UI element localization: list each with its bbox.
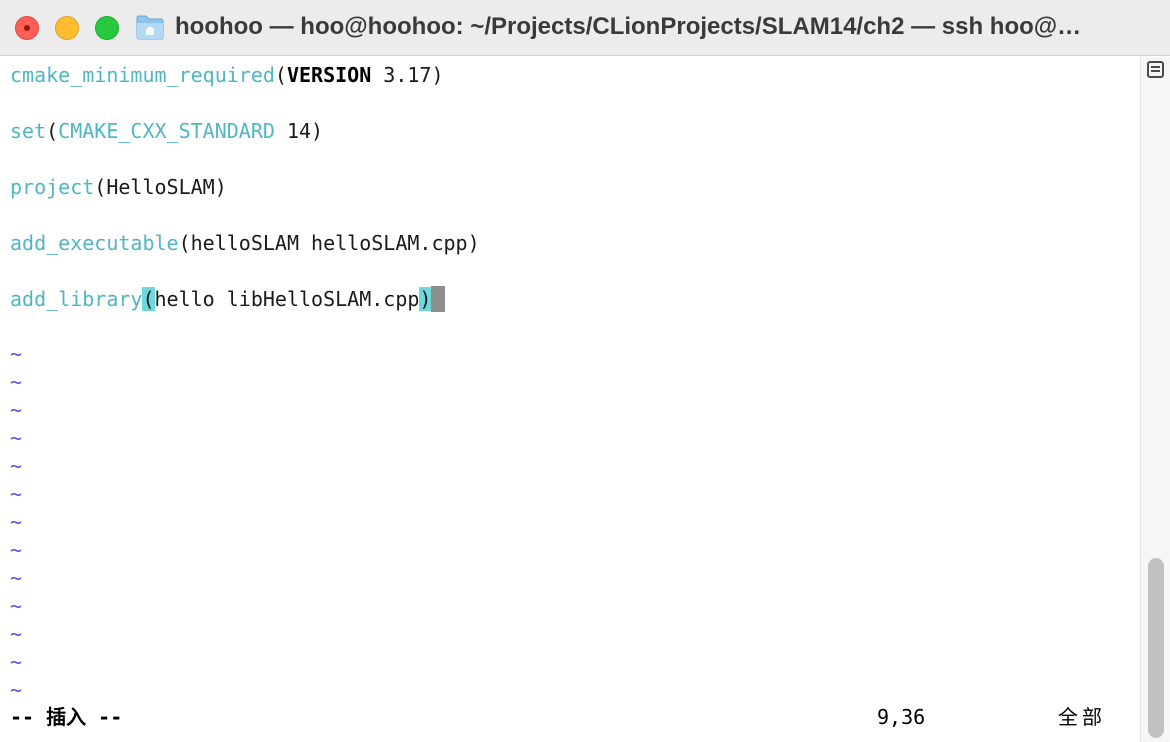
function-name: project xyxy=(10,175,95,199)
empty-line-tilde: ~ xyxy=(10,622,23,646)
empty-line-tilde: ~ xyxy=(10,538,23,562)
argument-variable: CMAKE_CXX_STANDARD xyxy=(58,119,275,143)
close-paren: ) xyxy=(467,231,480,255)
argument: HelloSLAM xyxy=(106,175,215,199)
terminal-window: hoohoo — hoo@hoohoo: ~/Projects/CLionPro… xyxy=(0,0,1170,742)
empty-line-tilde: ~ xyxy=(10,398,23,422)
maximize-button[interactable] xyxy=(95,16,119,40)
empty-line-tilde: ~ xyxy=(10,454,23,478)
open-paren: ( xyxy=(274,63,287,87)
empty-line-tilde: ~ xyxy=(10,426,23,450)
minimize-button[interactable] xyxy=(55,16,79,40)
empty-line-tilde: ~ xyxy=(10,650,23,674)
title-bar[interactable]: hoohoo — hoo@hoohoo: ~/Projects/CLionPro… xyxy=(0,0,1170,56)
mode-indicator: -- 插入 -- xyxy=(10,705,123,729)
code-line-5: project(HelloSLAM) xyxy=(10,173,227,201)
close-paren: ) xyxy=(214,175,227,199)
empty-line-tilde: ~ xyxy=(10,482,23,506)
close-paren: ) xyxy=(311,119,324,143)
empty-line-tilde: ~ xyxy=(10,342,23,366)
open-paren: ( xyxy=(94,175,107,199)
close-button[interactable] xyxy=(15,16,39,40)
argument: 14 xyxy=(274,119,312,143)
argument: hello libHelloSLAM.cpp xyxy=(154,287,420,311)
function-name: set xyxy=(10,119,47,143)
empty-line-tilde: ~ xyxy=(10,510,23,534)
code-line-9: add_library(hello libHelloSLAM.cpp) xyxy=(10,285,446,313)
empty-line-tilde: ~ xyxy=(10,370,23,394)
function-name: add_library xyxy=(10,287,143,311)
text-cursor xyxy=(431,286,446,312)
scrollbar[interactable] xyxy=(1140,57,1170,742)
code-line-7: add_executable(helloSLAM helloSLAM.cpp) xyxy=(10,229,480,257)
close-paren: ) xyxy=(431,63,444,87)
argument: helloSLAM helloSLAM.cpp xyxy=(190,231,468,255)
code-line-3: set(CMAKE_CXX_STANDARD 14) xyxy=(10,117,323,145)
function-name: add_executable xyxy=(10,231,179,255)
argument: 3.17 xyxy=(371,63,432,87)
empty-line-tilde: ~ xyxy=(10,566,23,590)
argument-keyword: VERSION xyxy=(286,63,372,87)
folder-icon xyxy=(136,15,164,40)
empty-line-tilde: ~ xyxy=(10,678,23,702)
scrollbar-menu-icon[interactable] xyxy=(1147,61,1164,78)
window-title: hoohoo — hoo@hoohoo: ~/Projects/CLionPro… xyxy=(175,13,1082,40)
terminal-content[interactable]: cmake_minimum_required(VERSION 3.17) set… xyxy=(0,57,1140,742)
open-paren: ( xyxy=(46,119,59,143)
empty-line-tilde: ~ xyxy=(10,594,23,618)
cursor-position: 9,36 xyxy=(877,705,926,729)
open-paren: ( xyxy=(178,231,191,255)
function-name: cmake_minimum_required xyxy=(10,63,275,87)
scroll-position: 全部 xyxy=(1058,705,1106,729)
scrollbar-thumb[interactable] xyxy=(1148,558,1164,738)
close-icon xyxy=(24,25,30,31)
code-line-1: cmake_minimum_required(VERSION 3.17) xyxy=(10,61,444,89)
close-paren-match: ) xyxy=(419,287,432,311)
open-paren-match: ( xyxy=(142,287,155,311)
